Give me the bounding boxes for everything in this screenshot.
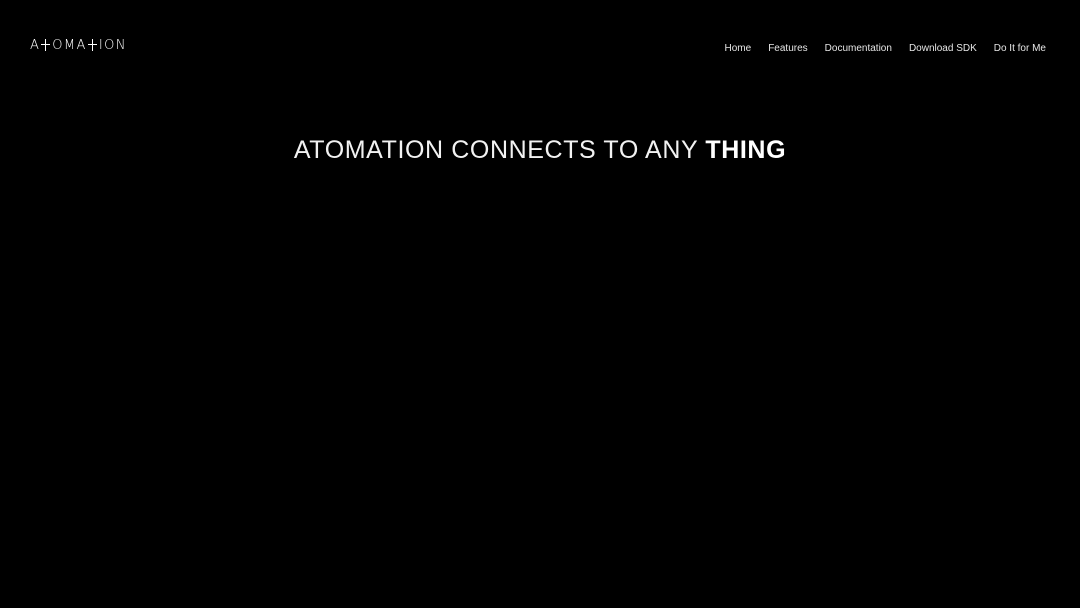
nav-link-home[interactable]: Home bbox=[725, 43, 752, 54]
logo-letters-ion: ION bbox=[98, 37, 127, 53]
hero-headline-bold: THING bbox=[705, 136, 787, 164]
hero-headline: ATOMATION CONNECTS TO ANY THING bbox=[0, 136, 1080, 165]
atomation-logo[interactable]: A OMA ION bbox=[30, 36, 127, 54]
nav-item-do-it-for-me: Do It for Me bbox=[994, 38, 1046, 56]
logo-letter-a: A bbox=[30, 37, 41, 53]
logo-letters-oma: OMA bbox=[52, 37, 87, 53]
main-nav: Home Features Documentation Download SDK… bbox=[725, 38, 1046, 56]
nav-item-download-sdk: Download SDK bbox=[909, 38, 977, 56]
nav-link-do-it-for-me[interactable]: Do It for Me bbox=[994, 43, 1046, 54]
nav-item-home: Home bbox=[725, 38, 752, 56]
nav-item-documentation: Documentation bbox=[825, 38, 892, 56]
logo-cross-t-icon bbox=[41, 39, 51, 51]
logo-cross-t-icon bbox=[87, 39, 97, 51]
nav-item-features: Features bbox=[768, 38, 807, 56]
hero-headline-light: ATOMATION CONNECTS TO ANY bbox=[293, 136, 706, 164]
page: A OMA ION Home Features Documentation Do… bbox=[0, 0, 1080, 608]
nav-link-documentation[interactable]: Documentation bbox=[825, 43, 892, 54]
nav-link-download-sdk[interactable]: Download SDK bbox=[909, 43, 977, 54]
nav-link-features[interactable]: Features bbox=[768, 43, 807, 54]
